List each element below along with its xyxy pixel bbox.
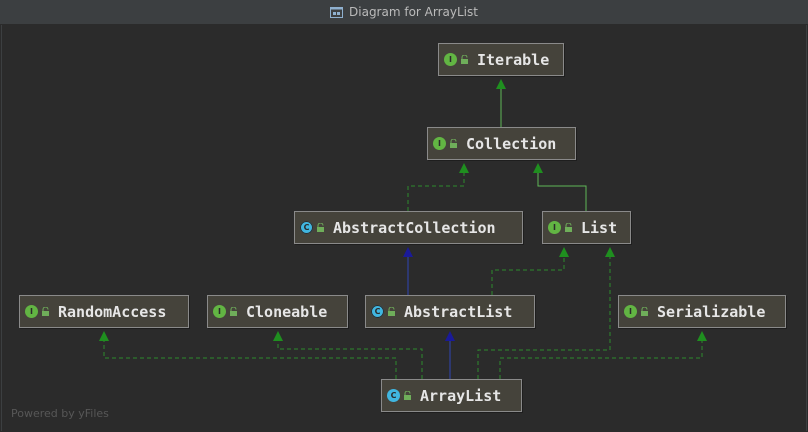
public-lock-icon [461,54,468,64]
yfiles-watermark: Powered by yFiles [11,407,109,420]
interface-icon: I [213,305,226,318]
edge-abstractcollection-collection [407,163,469,211]
node-collection[interactable]: I Collection [427,127,576,160]
public-lock-icon [565,222,572,232]
node-label: AbstractList [404,302,513,321]
node-label: AbstractCollection [333,218,496,237]
interface-icon: I [624,305,637,318]
abstract-class-icon: C [371,305,384,318]
public-lock-icon [388,306,395,316]
node-label: Cloneable [246,302,328,321]
public-lock-icon [450,138,457,148]
edge-collection-iterable [496,79,506,127]
edge-abstractlist-list [491,247,569,295]
abstract-class-icon: C [300,221,313,234]
edge-list-collection [533,163,587,211]
node-abstract-list[interactable]: C AbstractList [365,295,535,328]
node-label: Serializable [657,302,766,321]
edge-arraylist-abstractlist [445,331,455,379]
class-icon: C [387,389,400,402]
public-lock-icon [230,306,237,316]
node-label: Iterable [477,50,550,69]
node-label: Collection [466,134,557,153]
edge-arraylist-cloneable [273,331,423,379]
interface-icon: I [548,221,561,234]
node-iterable[interactable]: I Iterable [438,43,564,76]
node-random-access[interactable]: I RandomAccess [19,295,189,328]
public-lock-icon [641,306,648,316]
interface-icon: I [444,53,457,66]
node-label: ArrayList [420,386,502,405]
node-cloneable[interactable]: I Cloneable [207,295,348,328]
interface-icon: I [433,137,446,150]
node-array-list[interactable]: C ArrayList [381,379,522,412]
node-abstract-collection[interactable]: C AbstractCollection [294,211,523,244]
edge-arraylist-randomaccess [99,331,397,379]
edge-abstractlist-abstractcollection [403,247,413,295]
public-lock-icon [42,306,49,316]
node-label: List [581,218,618,237]
node-list[interactable]: I List [542,211,631,244]
edge-arraylist-serializable [499,331,707,379]
node-serializable[interactable]: I Serializable [618,295,786,328]
node-label: RandomAccess [58,302,167,321]
public-lock-icon [317,222,324,232]
public-lock-icon [404,390,411,400]
interface-icon: I [25,305,38,318]
